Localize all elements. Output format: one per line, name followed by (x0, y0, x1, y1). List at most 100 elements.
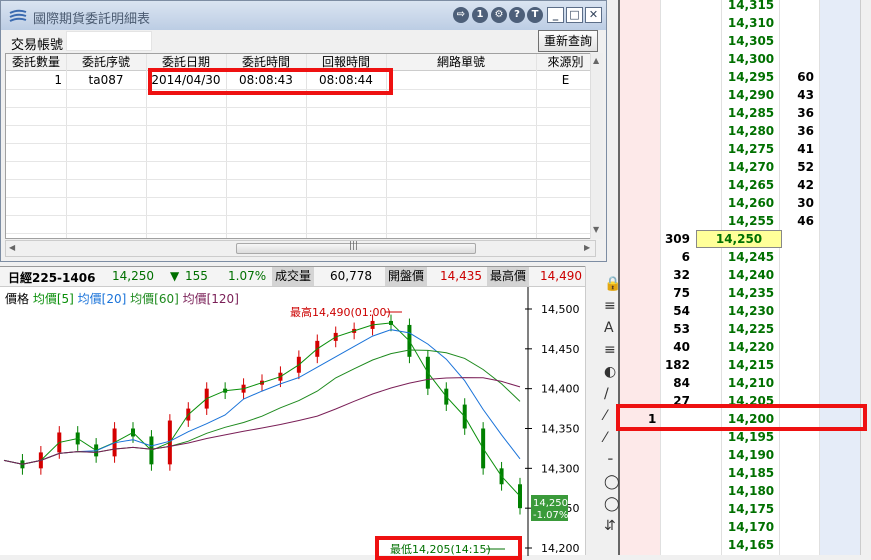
ladder-price: 14,255 (727, 214, 775, 228)
ellipse-tool-icon[interactable]: ◯ (604, 474, 620, 490)
ladder-row[interactable]: 14,295 60 (620, 68, 860, 86)
settings-icon[interactable]: ⚙ (491, 7, 507, 23)
ladder-row[interactable]: 14,210 84 (620, 374, 860, 392)
ladder-row[interactable]: 14,225 53 (620, 320, 860, 338)
ladder-sell-qty[interactable]: 42 (780, 178, 814, 192)
account-field[interactable] (66, 31, 152, 51)
close-icon[interactable]: ✕ (585, 7, 602, 23)
line-tool-icon[interactable]: / (604, 386, 609, 402)
col-header-qty[interactable]: 委託數量 (6, 54, 66, 70)
col-header-seq[interactable]: 委託序號 (66, 54, 146, 70)
ladder-sell-qty[interactable]: 46 (780, 214, 814, 228)
ladder-price: 14,175 (727, 502, 775, 516)
maximize-icon[interactable]: □ (566, 7, 583, 23)
ladder-price: 14,305 (727, 34, 775, 48)
ma-line-ma20 (3, 329, 521, 465)
scroll-down-icon[interactable]: ▼ (593, 225, 599, 234)
col-header-netno[interactable]: 網路單號 (386, 54, 536, 70)
price-ladder[interactable]: 14,315 14,310 14,305 14,300 14,295 60 14,290 43… (618, 0, 871, 555)
ladder-buy-qty[interactable]: 309 (660, 232, 690, 246)
circle-half-icon[interactable]: ◐ (604, 364, 616, 380)
ladder-row[interactable]: 14,310 (620, 14, 860, 32)
ladder-buy-qty[interactable]: 40 (660, 340, 690, 354)
ladder-price: 14,180 (727, 484, 775, 498)
requery-button[interactable]: 重新查詢 (538, 30, 598, 52)
y-tick-label: 14,350 (541, 423, 580, 436)
lock-icon[interactable]: 🔒 (604, 276, 621, 292)
ladder-buy-qty[interactable]: 84 (660, 376, 690, 390)
lines-icon[interactable]: ≡ (604, 342, 616, 358)
cell-source: E (561, 73, 570, 87)
grid-horizontal-scrollbar[interactable]: ◀ ||| ▶ (5, 240, 596, 257)
ladder-row[interactable]: 14,300 (620, 50, 860, 68)
ladder-sell-qty[interactable]: 36 (780, 106, 814, 120)
one-icon[interactable]: 1 (472, 7, 488, 23)
export-icon[interactable]: ⇨ (453, 7, 469, 23)
ladder-price: 14,195 (727, 430, 775, 444)
horizontal-scroll-thumb[interactable]: ||| (236, 241, 476, 254)
ladder-buy-qty[interactable]: 75 (660, 286, 690, 300)
ladder-row[interactable]: 14,190 (620, 446, 860, 464)
ladder-row[interactable]: 14,290 43 (620, 86, 860, 104)
ladder-buy-qty[interactable]: 182 (660, 358, 690, 372)
price-plot[interactable]: 14,500 14,450 14,400 14,350 14,300 14,250 14,2… (0, 267, 585, 556)
ladder-buy-qty[interactable]: 32 (660, 268, 690, 282)
menu-icon[interactable]: ≡ (604, 298, 616, 314)
ladder-buy-qty[interactable]: 53 (660, 322, 690, 336)
dialog-titlebar[interactable]: 國際期貨委託明細表 ⇨ 1 ⚙ ? T _ □ ✕ (1, 1, 606, 30)
ladder-sell-qty[interactable]: 30 (780, 196, 814, 210)
pin-icon[interactable]: T (527, 7, 543, 23)
ladder-row[interactable]: 14,305 (620, 32, 860, 50)
ladder-row[interactable]: 14,180 (620, 482, 860, 500)
ladder-price: 14,295 (727, 70, 775, 84)
ladder-price: 14,310 (727, 16, 775, 30)
ladder-row[interactable]: 14,240 32 (620, 266, 860, 284)
ladder-row[interactable]: 14,230 54 (620, 302, 860, 320)
ladder-row[interactable]: 14,250 309 (620, 230, 860, 248)
ladder-row[interactable]: 14,215 182 (620, 356, 860, 374)
ladder-buy-qty[interactable]: 6 (660, 250, 690, 264)
ladder-buy-qty[interactable]: 54 (660, 304, 690, 318)
ladder-sell-qty[interactable]: 36 (780, 124, 814, 138)
ladder-scrollbar[interactable] (860, 0, 871, 555)
ladder-row[interactable]: 14,175 (620, 500, 860, 518)
ladder-row[interactable]: 14,270 52 (620, 158, 860, 176)
scroll-up-icon[interactable]: ▲ (593, 56, 599, 65)
circle-tool-icon[interactable]: ◯ (604, 496, 620, 512)
ladder-sell-qty[interactable]: 41 (780, 142, 814, 156)
trend-tool-icon[interactable]: ⁄ (604, 430, 606, 446)
scroll-right-icon[interactable]: ▶ (584, 243, 590, 252)
ladder-price: 14,290 (727, 88, 775, 102)
ladder-row[interactable]: 14,235 75 (620, 284, 860, 302)
ladder-price: 14,170 (727, 520, 775, 534)
text-icon[interactable]: A (604, 320, 614, 336)
ladder-row[interactable]: 14,165 (620, 536, 860, 554)
ladder-row[interactable]: 14,260 30 (620, 194, 860, 212)
ladder-row[interactable]: 14,185 (620, 464, 860, 482)
ladder-sell-qty[interactable]: 60 (780, 70, 814, 84)
cell-seq: ta087 (88, 73, 124, 87)
scroll-left-icon[interactable]: ◀ (9, 243, 15, 252)
swap-icon[interactable]: ⇵ (604, 518, 616, 534)
ray-tool-icon[interactable]: ⁄ (604, 408, 606, 424)
price-chart-panel[interactable]: 日經225-1406 14,250 ▼ 155 1.07% 成交量 60,778… (0, 266, 585, 556)
col-header-source[interactable]: 來源別 (536, 54, 595, 70)
hline-tool-icon[interactable]: ╶ (604, 452, 612, 468)
ladder-row[interactable]: 14,315 (620, 0, 860, 14)
ladder-row[interactable]: 14,280 36 (620, 122, 860, 140)
ladder-row[interactable]: 14,170 (620, 518, 860, 536)
ladder-row[interactable]: 14,275 41 (620, 140, 860, 158)
help-icon[interactable]: ? (509, 7, 525, 23)
ladder-row[interactable]: 14,255 46 (620, 212, 860, 230)
ladder-row[interactable]: 14,285 36 (620, 104, 860, 122)
ladder-row[interactable]: 14,220 40 (620, 338, 860, 356)
drawing-toolbar: 🔒 ≡ A ≡ ◐ / ⁄ ⁄ ╶ ◯ ◯ ⇵ (585, 266, 621, 555)
highlight-box-order (616, 404, 867, 431)
ladder-price: 14,185 (727, 466, 775, 480)
ladder-sell-qty[interactable]: 52 (780, 160, 814, 174)
minimize-icon[interactable]: _ (547, 7, 564, 23)
ladder-sell-qty[interactable]: 43 (780, 88, 814, 102)
grid-vertical-scrollbar[interactable]: ▲ ▼ (590, 53, 603, 239)
ladder-row[interactable]: 14,265 42 (620, 176, 860, 194)
ladder-row[interactable]: 14,245 6 (620, 248, 860, 266)
